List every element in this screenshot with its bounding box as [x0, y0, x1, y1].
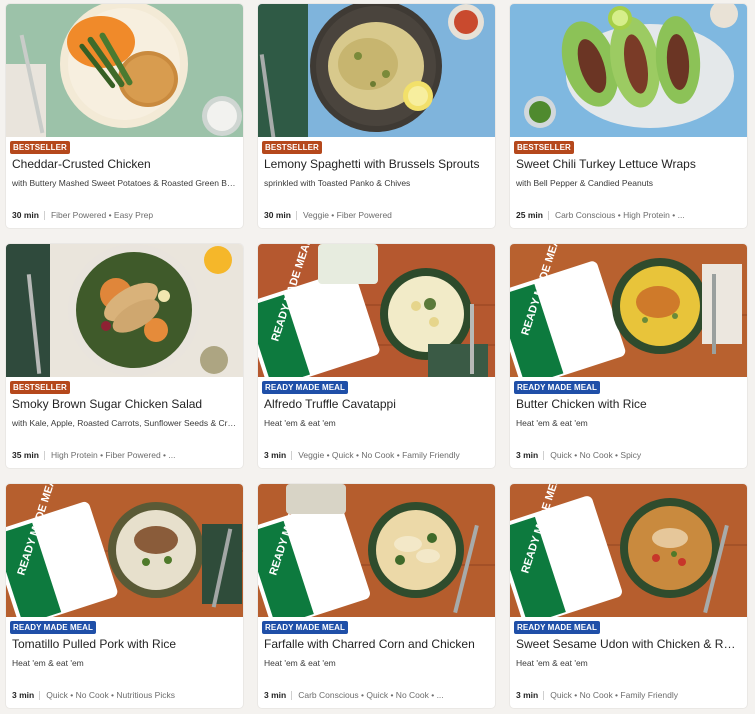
recipe-card[interactable]: READY MADE MEALS READY MADE MEAL Sweet S…	[510, 484, 747, 708]
bestseller-badge: BESTSELLER	[514, 141, 574, 154]
recipe-tags: Quick • No Cook • Nutritious Picks	[46, 690, 175, 700]
recipe-title[interactable]: Cheddar-Crusted Chicken	[12, 157, 237, 172]
ready-made-badge: READY MADE MEAL	[514, 381, 601, 394]
recipe-card[interactable]: READY MADE MEALS READY MADE MEAL Tomatil…	[6, 484, 243, 708]
farfalle-photo: READY MADE MEALS	[258, 484, 495, 617]
meta-divider	[43, 451, 45, 460]
recipe-meta: 3 min Quick • No Cook • Nutritious Picks	[12, 690, 237, 701]
recipe-tags: Carb Conscious • High Protein • ...	[554, 210, 685, 220]
lemony-spaghetti-photo	[258, 4, 495, 137]
recipe-subtitle: Heat 'em & eat 'em	[516, 418, 588, 428]
prep-time: 3 min	[12, 690, 35, 700]
recipe-title[interactable]: Butter Chicken with Rice	[516, 397, 741, 412]
bestseller-badge: BESTSELLER	[10, 141, 70, 154]
meta-divider	[543, 691, 545, 700]
recipe-meta: 30 min Veggie • Fiber Powered	[264, 210, 489, 221]
recipe-meta: 3 min Quick • No Cook • Family Friendly	[516, 690, 741, 701]
recipe-card[interactable]: READY MADE MEALS READY MADE MEAL Farfall…	[258, 484, 495, 708]
recipe-title[interactable]: Alfredo Truffle Cavatappi	[264, 397, 489, 412]
prep-time: 30 min	[12, 210, 39, 220]
recipe-card[interactable]: READY MADE MEALS READY MADE MEAL Butter …	[510, 244, 747, 468]
meta-divider	[291, 451, 293, 460]
recipe-card[interactable]: READY MADE MEALS READY MADE MEAL Alfredo…	[258, 244, 495, 468]
prep-time: 3 min	[516, 450, 539, 460]
recipe-card[interactable]: BESTSELLER Cheddar-Crusted Chicken with …	[6, 4, 243, 228]
recipe-subtitle: with Bell Pepper & Candied Peanuts	[516, 178, 654, 188]
ready-made-badge: READY MADE MEAL	[514, 621, 601, 634]
recipe-meta: 35 min High Protein • Fiber Powered • ..…	[12, 450, 237, 461]
recipe-subtitle: Heat 'em & eat 'em	[264, 658, 336, 668]
prep-time: 35 min	[12, 450, 39, 460]
chicken-salad-photo	[6, 244, 243, 377]
meta-divider	[43, 211, 45, 220]
recipe-subtitle: with Kale, Apple, Roasted Carrots, Sunfl…	[12, 418, 237, 428]
meta-divider	[39, 691, 41, 700]
recipe-subtitle: Heat 'em & eat 'em	[12, 658, 84, 668]
recipe-meta: 3 min Veggie • Quick • No Cook • Family …	[264, 450, 489, 461]
recipe-tags: Fiber Powered • Easy Prep	[50, 210, 154, 220]
recipe-subtitle: sprinkled with Toasted Panko & Chives	[264, 178, 411, 188]
recipe-grid: BESTSELLER Cheddar-Crusted Chicken with …	[0, 0, 755, 714]
pulled-pork-photo: READY MADE MEALS	[6, 484, 243, 617]
recipe-photo[interactable]: READY MADE MEALS	[258, 484, 495, 617]
meta-divider	[543, 451, 545, 460]
recipe-photo[interactable]	[258, 4, 495, 137]
recipe-tags: Quick • No Cook • Spicy	[550, 450, 642, 460]
recipe-title[interactable]: Smoky Brown Sugar Chicken Salad	[12, 397, 237, 412]
recipe-meta: 3 min Quick • No Cook • Spicy	[516, 450, 741, 461]
recipe-photo[interactable]: READY MADE MEALS	[6, 484, 243, 617]
recipe-photo[interactable]	[6, 244, 243, 377]
prep-time: 3 min	[264, 690, 287, 700]
recipe-title[interactable]: Lemony Spaghetti with Brussels Sprouts	[264, 157, 489, 172]
prep-time: 3 min	[516, 690, 539, 700]
recipe-tags: Carb Conscious • Quick • No Cook • ...	[298, 690, 444, 700]
recipe-title[interactable]: Sweet Sesame Udon with Chicken & Red Pep…	[516, 637, 741, 652]
recipe-subtitle: Heat 'em & eat 'em	[264, 418, 336, 428]
prep-time: 3 min	[264, 450, 287, 460]
recipe-photo[interactable]: READY MADE MEALS	[258, 244, 495, 377]
ready-made-badge: READY MADE MEAL	[262, 621, 349, 634]
meta-divider	[291, 691, 293, 700]
recipe-card[interactable]: BESTSELLER Lemony Spaghetti with Brussel…	[258, 4, 495, 228]
recipe-tags: High Protein • Fiber Powered • ...	[50, 450, 176, 460]
cheddar-crusted-chicken-photo	[6, 4, 243, 137]
prep-time: 25 min	[516, 210, 543, 220]
recipe-card[interactable]: BESTSELLER Smoky Brown Sugar Chicken Sal…	[6, 244, 243, 468]
udon-photo: READY MADE MEALS	[510, 484, 747, 617]
butter-chicken-photo: READY MADE MEALS	[510, 244, 747, 377]
recipe-photo[interactable]	[510, 4, 747, 137]
recipe-subtitle: Heat 'em & eat 'em	[516, 658, 588, 668]
recipe-meta: 30 min Fiber Powered • Easy Prep	[12, 210, 237, 221]
meta-divider	[295, 211, 297, 220]
meta-divider	[547, 211, 549, 220]
recipe-subtitle: with Buttery Mashed Sweet Potatoes & Roa…	[12, 178, 237, 188]
recipe-photo[interactable]: READY MADE MEALS	[510, 244, 747, 377]
recipe-title[interactable]: Farfalle with Charred Corn and Chicken	[264, 637, 489, 652]
recipe-meta: 25 min Carb Conscious • High Protein • .…	[516, 210, 741, 221]
recipe-meta: 3 min Carb Conscious • Quick • No Cook •…	[264, 690, 489, 701]
cavatappi-photo: READY MADE MEALS	[258, 244, 495, 377]
bestseller-badge: BESTSELLER	[262, 141, 322, 154]
prep-time: 30 min	[264, 210, 291, 220]
ready-made-badge: READY MADE MEAL	[10, 621, 97, 634]
recipe-card[interactable]: BESTSELLER Sweet Chili Turkey Lettuce Wr…	[510, 4, 747, 228]
recipe-tags: Quick • No Cook • Family Friendly	[550, 690, 679, 700]
recipe-title[interactable]: Tomatillo Pulled Pork with Rice	[12, 637, 237, 652]
recipe-tags: Veggie • Quick • No Cook • Family Friend…	[298, 450, 460, 460]
recipe-photo[interactable]: READY MADE MEALS	[510, 484, 747, 617]
ready-made-badge: READY MADE MEAL	[262, 381, 349, 394]
recipe-tags: Veggie • Fiber Powered	[302, 210, 392, 220]
recipe-photo[interactable]	[6, 4, 243, 137]
bestseller-badge: BESTSELLER	[10, 381, 70, 394]
lettuce-wraps-photo	[510, 4, 747, 137]
recipe-title[interactable]: Sweet Chili Turkey Lettuce Wraps	[516, 157, 741, 172]
